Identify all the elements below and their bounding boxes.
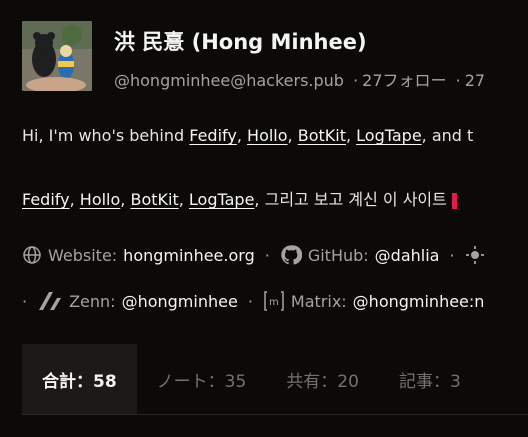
separator: · <box>22 291 28 311</box>
link-hollo[interactable]: Hollo <box>80 190 121 209</box>
website-label: Website: <box>48 245 118 265</box>
following-count[interactable]: 27フォロー <box>362 71 446 90</box>
comma: , <box>345 126 352 145</box>
link-fedify[interactable]: Fedify <box>189 126 237 145</box>
separator: · <box>247 291 253 311</box>
timeline-tabs: 合計：58 ノート：35 共有：20 記事：3 <box>22 344 528 415</box>
zenn-label: Zenn: <box>69 291 116 311</box>
link-hollo[interactable]: Hollo <box>247 126 288 145</box>
comma: , <box>120 190 126 209</box>
sun-icon <box>465 245 485 265</box>
link-logtape[interactable]: LogTape <box>189 190 255 209</box>
separator: · <box>455 71 461 90</box>
zenn-link[interactable]: @hongminhee <box>122 292 238 311</box>
link-botkit[interactable]: BotKit <box>130 190 178 209</box>
text-cursor <box>451 192 457 209</box>
website-link[interactable]: hongminhee.org <box>123 246 255 265</box>
separator: · <box>449 245 455 265</box>
matrix-label: Matrix: <box>290 291 347 311</box>
comma: , <box>287 126 293 145</box>
tab-total[interactable]: 合計：58 <box>22 344 137 414</box>
comma: , <box>69 190 75 209</box>
profile-fields-row-1: Website: hongminhee.org · GitHub: @dahli… <box>22 244 491 266</box>
github-label: GitHub: <box>307 245 369 265</box>
bio-suffix: , 그리고 보고 계신 이 사이트 <box>254 190 452 209</box>
profile-meta: @hongminhee@hackers.pub · 27フォロー · 27 <box>114 67 485 91</box>
zenn-icon <box>37 291 63 311</box>
svg-text:m: m <box>269 297 279 308</box>
separator: · <box>353 71 359 90</box>
profile-name: 洪 民憙 (Hong Minhee) <box>114 30 367 54</box>
avatar[interactable] <box>22 21 92 91</box>
globe-icon <box>22 245 42 265</box>
matrix-link[interactable]: @hongminhee:n <box>353 292 485 311</box>
profile-handle: @hongminhee@hackers.pub <box>114 71 344 90</box>
avatar-image <box>22 21 92 91</box>
matrix-icon: m <box>263 290 285 312</box>
comma: , <box>178 190 184 209</box>
link-fedify[interactable]: Fedify <box>22 190 70 209</box>
bio-korean: Fedify, Hollo, BotKit, LogTape, 그리고 보고 계… <box>22 186 457 210</box>
github-icon <box>280 244 302 266</box>
profile-fields-row-2: · Zenn: @hongminhee · m Matrix: @hongmin… <box>22 290 484 312</box>
bio-prefix: Hi, I'm who's behind <box>22 126 190 145</box>
tab-shares[interactable]: 共有：20 <box>266 344 379 414</box>
comma: , <box>236 126 242 145</box>
github-link[interactable]: @dahlia <box>375 246 440 265</box>
link-botkit[interactable]: BotKit <box>298 126 346 145</box>
bio-suffix: , and t <box>421 126 474 145</box>
tab-articles[interactable]: 記事：3 <box>379 344 481 414</box>
link-logtape[interactable]: LogTape <box>356 126 422 145</box>
separator: · <box>264 245 270 265</box>
tab-notes[interactable]: ノート：35 <box>137 344 267 414</box>
followers-count[interactable]: 27 <box>465 71 485 90</box>
bio-english: Hi, I'm who's behind Fedify, Hollo, BotK… <box>22 126 473 145</box>
